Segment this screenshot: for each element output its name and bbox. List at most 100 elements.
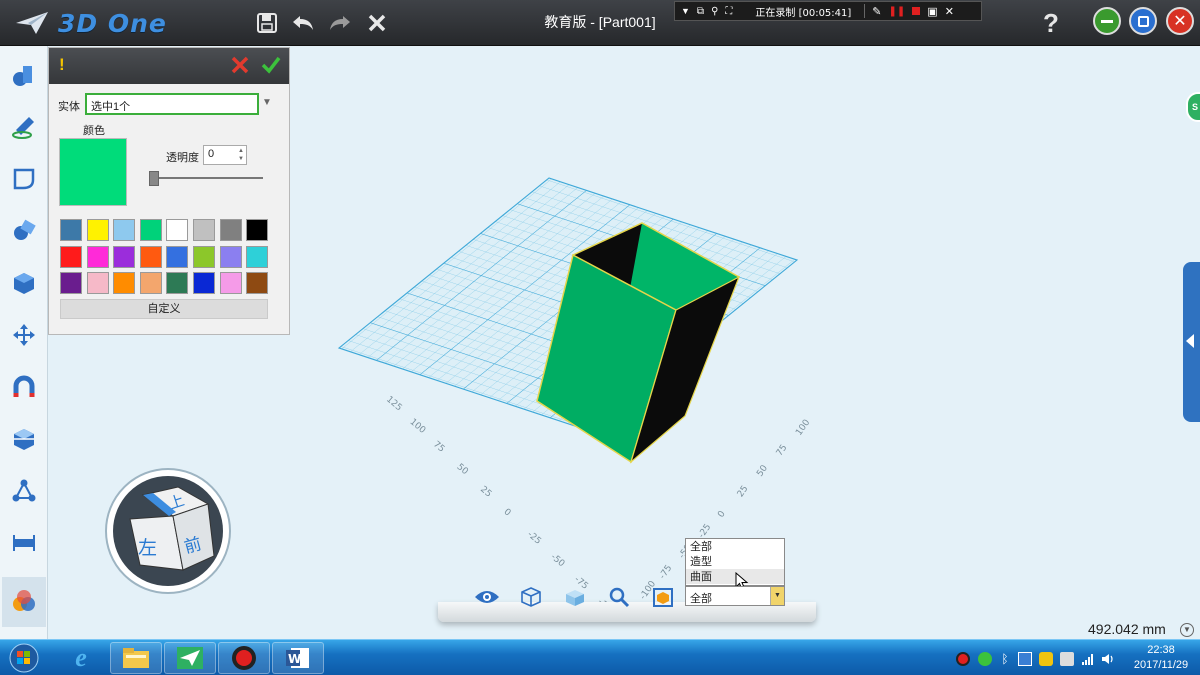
transparency-slider-track[interactable] — [153, 177, 263, 179]
close-document-icon[interactable] — [360, 6, 394, 40]
security-icon[interactable] — [1039, 652, 1053, 666]
window-icon[interactable]: ⧉ — [697, 6, 704, 17]
pause-icon[interactable]: ❚❚ — [889, 6, 906, 17]
color-swatch[interactable] — [113, 272, 136, 294]
color-swatch[interactable] — [192, 272, 215, 294]
move-icon[interactable] — [6, 317, 42, 353]
color-swatch[interactable] — [86, 272, 109, 294]
camera-icon[interactable]: ▣ — [927, 5, 937, 18]
sketch-edit-icon[interactable] — [6, 161, 42, 197]
combine-icon[interactable] — [6, 421, 42, 457]
shaded-cube-icon[interactable] — [561, 584, 589, 610]
close-button[interactable]: ✕ — [1166, 7, 1194, 35]
side-badge[interactable]: S — [1186, 92, 1200, 122]
measure-icon[interactable] — [6, 525, 42, 561]
custom-color-button[interactable]: 自定义 — [60, 299, 268, 319]
transparency-input[interactable]: 0 ▲ ▼ — [203, 145, 247, 165]
color-swatch[interactable] — [166, 272, 189, 294]
network-status-icon[interactable] — [978, 652, 992, 666]
grid-tick-label: 100 — [794, 418, 812, 438]
usb-device-icon[interactable] — [1060, 652, 1074, 666]
entity-selection-field[interactable]: 选中1个 — [85, 93, 259, 115]
view-cube[interactable]: 上 左 前 — [105, 468, 231, 594]
color-swatch[interactable] — [246, 219, 269, 241]
distance-icon[interactable] — [6, 473, 42, 509]
color-swatch[interactable] — [166, 245, 189, 268]
signal-icon[interactable] — [1081, 652, 1095, 666]
cancel-button[interactable] — [231, 56, 249, 77]
filter-selection-icon[interactable] — [649, 584, 677, 610]
region-icon[interactable]: ⛶ — [725, 6, 732, 17]
restore-button[interactable] — [1129, 7, 1157, 35]
input-method-icon[interactable] — [1018, 652, 1032, 666]
help-button[interactable]: ? — [1036, 6, 1066, 40]
color-swatch[interactable] — [60, 272, 82, 294]
color-swatch[interactable] — [113, 245, 136, 268]
grid-tick-label: 125 — [384, 395, 404, 414]
cancel-icon — [231, 56, 249, 74]
color-swatch[interactable] — [139, 219, 162, 241]
color-preview — [59, 138, 127, 206]
paper-plane-icon — [16, 12, 48, 34]
chevron-down-icon[interactable]: ▼ — [262, 97, 272, 108]
color-swatch[interactable] — [60, 245, 82, 268]
color-swatch[interactable] — [246, 272, 269, 294]
chevron-down-icon[interactable]: ▼ — [1180, 623, 1194, 637]
minimize-button[interactable] — [1093, 7, 1121, 35]
zoom-icon[interactable]: ⚲ — [711, 6, 718, 17]
color-swatch[interactable] — [219, 219, 242, 241]
dropdown-arrow-icon[interactable]: ▼ — [681, 6, 690, 16]
transparency-value: 0 — [208, 148, 215, 160]
color-swatch[interactable] — [192, 245, 215, 268]
color-swatch[interactable] — [166, 219, 189, 241]
grid-tick-label: 25 — [736, 484, 751, 499]
system-clock[interactable]: 22:38 2017/11/29 — [1124, 643, 1198, 673]
grid-tick-label: 75 — [431, 440, 446, 455]
volume-icon[interactable] — [1101, 652, 1115, 666]
color-swatch[interactable] — [219, 245, 242, 268]
confirm-button[interactable] — [261, 56, 281, 77]
close-recorder-icon[interactable]: ✕ — [945, 5, 954, 18]
color-swatch[interactable] — [219, 272, 242, 294]
color-icon[interactable] — [2, 577, 46, 627]
save-icon[interactable] — [250, 6, 284, 40]
undo-icon[interactable] — [286, 6, 320, 40]
color-swatch[interactable] — [113, 219, 136, 241]
transparency-slider-thumb[interactable] — [149, 171, 159, 186]
right-collapse-tab[interactable] — [1183, 262, 1200, 422]
special-function-icon[interactable] — [6, 265, 42, 301]
color-swatch[interactable] — [86, 245, 109, 268]
color-swatch[interactable] — [139, 272, 162, 294]
zoom-icon[interactable] — [605, 584, 633, 610]
wireframe-cube-icon[interactable] — [517, 584, 545, 610]
internet-explorer-button[interactable]: e — [55, 642, 107, 674]
feature-icon[interactable] — [6, 213, 42, 249]
filter-option-modeling[interactable]: 造型 — [686, 554, 784, 569]
check-icon — [261, 56, 281, 74]
sketch-icon[interactable] — [6, 109, 42, 145]
start-button[interactable] — [4, 641, 44, 675]
color-swatch[interactable] — [192, 219, 215, 241]
transparency-label: 透明度 — [166, 152, 199, 164]
basic-solids-icon[interactable] — [6, 57, 42, 93]
eye-icon[interactable] — [473, 584, 501, 610]
color-swatch[interactable] — [60, 219, 82, 241]
redo-icon[interactable] — [323, 6, 357, 40]
dropdown-arrow-icon[interactable]: ▼ — [770, 587, 784, 605]
color-swatch[interactable] — [139, 245, 162, 268]
recorder-taskbar-button[interactable] — [218, 642, 270, 674]
pen-icon[interactable]: ✎ — [872, 5, 881, 18]
adsorb-icon[interactable] — [6, 369, 42, 405]
stepper-arrows-icon[interactable]: ▲ ▼ — [238, 147, 244, 163]
stop-icon[interactable] — [912, 7, 921, 15]
recorder-tray-icon[interactable] — [956, 652, 970, 666]
filter-option-all[interactable]: 全部 — [686, 539, 784, 554]
color-swatch[interactable] — [86, 219, 109, 241]
color-swatch[interactable] — [246, 245, 269, 268]
word-taskbar-button[interactable]: W — [272, 642, 324, 674]
grid-tick-label: 0 — [716, 509, 728, 520]
3done-taskbar-button[interactable] — [164, 642, 216, 674]
file-explorer-button[interactable] — [110, 642, 162, 674]
bluetooth-icon[interactable]: ᛒ — [998, 652, 1012, 666]
filter-select[interactable]: 全部 ▼ — [685, 586, 785, 606]
